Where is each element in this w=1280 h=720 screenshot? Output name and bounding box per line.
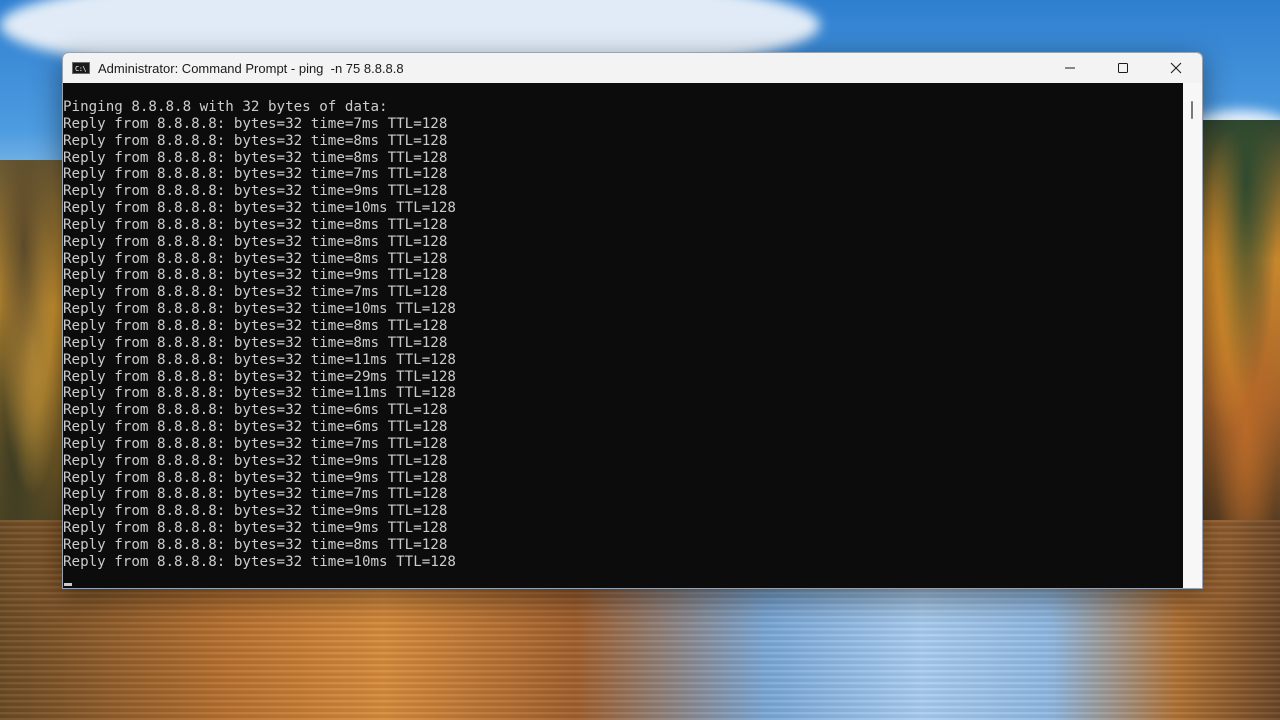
command-prompt-icon: C:\ [72,62,90,74]
text-cursor [64,583,72,586]
maximize-icon [1117,63,1128,73]
console-line-reply: Reply from 8.8.8.8: bytes=32 time=8ms TT… [63,149,448,166]
minimize-button[interactable] [1043,53,1096,83]
console-line-reply: Reply from 8.8.8.8: bytes=32 time=11ms T… [63,385,456,402]
console-line-reply: Reply from 8.8.8.8: bytes=32 time=29ms T… [63,368,456,385]
console-line-reply: Reply from 8.8.8.8: bytes=32 time=9ms TT… [63,183,448,200]
console-line-reply: Reply from 8.8.8.8: bytes=32 time=8ms TT… [63,216,448,233]
console-output-area[interactable]: Pinging 8.8.8.8 with 32 bytes of data: Re… [63,83,1183,588]
console-line-reply: Reply from 8.8.8.8: bytes=32 time=9ms TT… [63,503,448,520]
console-line-reply: Reply from 8.8.8.8: bytes=32 time=8ms TT… [63,250,448,267]
window-controls [1043,53,1202,83]
console-line-header: Pinging 8.8.8.8 with 32 bytes of data: [63,99,388,115]
autumn-trees-right [1195,120,1280,520]
console-line-reply: Reply from 8.8.8.8: bytes=32 time=7ms TT… [63,486,448,503]
scrollbar-thumb[interactable] [1191,101,1193,119]
minimize-icon [1064,67,1075,69]
console-line-reply: Reply from 8.8.8.8: bytes=32 time=6ms TT… [63,419,448,436]
console-line-reply: Reply from 8.8.8.8: bytes=32 time=10ms T… [63,553,456,570]
maximize-button[interactable] [1096,53,1149,83]
window-title: Administrator: Command Prompt - ping -n … [98,60,404,76]
console-line-reply: Reply from 8.8.8.8: bytes=32 time=9ms TT… [63,267,448,284]
command-prompt-window[interactable]: C:\ Administrator: Command Prompt - ping… [62,52,1203,589]
console-line-reply: Reply from 8.8.8.8: bytes=32 time=7ms TT… [63,435,448,452]
vertical-scrollbar[interactable] [1183,83,1202,588]
window-titlebar[interactable]: C:\ Administrator: Command Prompt - ping… [63,53,1202,83]
console-line-reply: Reply from 8.8.8.8: bytes=32 time=9ms TT… [63,520,448,537]
console-line-reply: Reply from 8.8.8.8: bytes=32 time=7ms TT… [63,284,448,301]
close-icon [1170,62,1181,74]
console-line-reply: Reply from 8.8.8.8: bytes=32 time=8ms TT… [63,132,448,149]
console-line-reply: Reply from 8.8.8.8: bytes=32 time=10ms T… [63,301,456,318]
console-line-reply: Reply from 8.8.8.8: bytes=32 time=6ms TT… [63,402,448,419]
close-button[interactable] [1149,53,1202,83]
console-line-reply: Reply from 8.8.8.8: bytes=32 time=10ms T… [63,200,456,217]
console-line-reply: Reply from 8.8.8.8: bytes=32 time=7ms TT… [63,166,448,183]
console-line-reply: Reply from 8.8.8.8: bytes=32 time=11ms T… [63,351,456,368]
console-line-reply: Reply from 8.8.8.8: bytes=32 time=9ms TT… [63,469,448,486]
console-line-reply: Reply from 8.8.8.8: bytes=32 time=8ms TT… [63,233,448,250]
console-line-reply: Reply from 8.8.8.8: bytes=32 time=8ms TT… [63,334,448,351]
console-line-reply: Reply from 8.8.8.8: bytes=32 time=8ms TT… [63,317,448,334]
console-line-reply: Reply from 8.8.8.8: bytes=32 time=8ms TT… [63,536,448,553]
console-line-reply: Reply from 8.8.8.8: bytes=32 time=9ms TT… [63,452,448,469]
console-line-reply: Reply from 8.8.8.8: bytes=32 time=7ms TT… [63,115,448,132]
console-lines: Pinging 8.8.8.8 with 32 bytes of data: Re… [63,99,456,571]
